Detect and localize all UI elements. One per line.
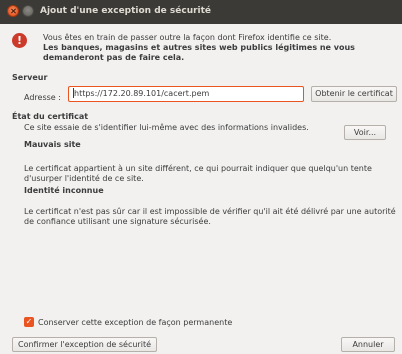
permanent-exception-label[interactable]: Conserver cette exception de façon perma…: [38, 318, 232, 327]
warning-icon: !: [12, 33, 27, 48]
unknown-identity-text: Le certificat n'est pas sûr car il est i…: [24, 207, 396, 226]
server-heading: Serveur: [12, 73, 48, 82]
unknown-identity-heading: Identité inconnue: [24, 186, 104, 195]
intro-warning: Les banques, magasins et autres sites we…: [43, 43, 355, 62]
confirm-exception-button[interactable]: Confirmer l'exception de sécurité: [12, 337, 157, 352]
wrong-site-heading: Mauvais site: [24, 140, 81, 149]
window-title: Ajout d'une exception de sécurité: [40, 6, 212, 16]
view-certificate-button[interactable]: Voir...: [344, 125, 386, 140]
cert-status-description: Ce site essaie de s'identifier lui-même …: [24, 123, 309, 132]
intro-line: Vous êtes en train de passer outre la fa…: [43, 33, 332, 42]
add-security-exception-dialog: Ajout d'une exception de sécurité ! Vous…: [0, 0, 402, 354]
wrong-site-text: Le certificat appartient à un site diffé…: [24, 164, 372, 183]
permanent-exception-checkbox[interactable]: ✓: [24, 317, 34, 327]
close-window-button[interactable]: [7, 5, 19, 17]
address-input[interactable]: https://172.20.89.101/cacert.pem: [68, 86, 304, 102]
address-label: Adresse :: [24, 93, 61, 102]
cert-status-heading: État du certificat: [12, 112, 89, 121]
address-value: https://172.20.89.101/cacert.pem: [74, 89, 210, 98]
get-certificate-button[interactable]: Obtenir le certificat: [311, 86, 397, 102]
minimize-window-button[interactable]: [22, 5, 34, 17]
title-bar: Ajout d'une exception de sécurité: [0, 0, 402, 24]
intro-text: Vous êtes en train de passer outre la fa…: [43, 33, 399, 63]
cancel-button[interactable]: Annuler: [341, 337, 395, 352]
